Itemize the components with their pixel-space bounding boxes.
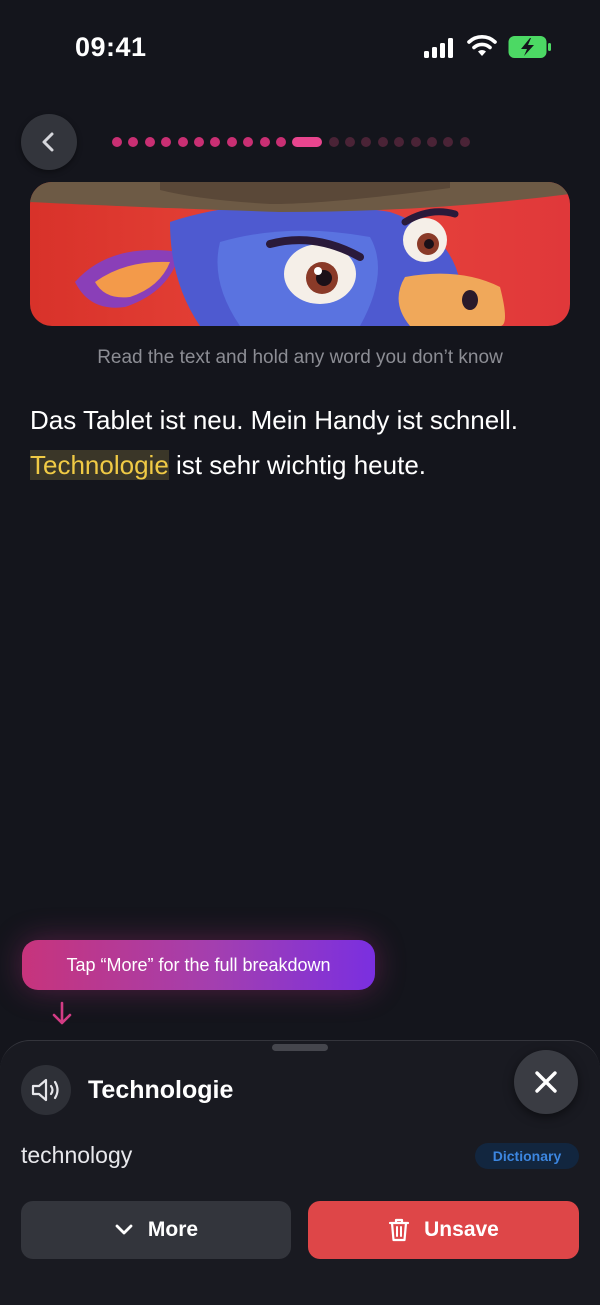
speaker-icon xyxy=(30,1077,62,1103)
arrow-down-icon xyxy=(50,1001,74,1027)
dictionary-badge: Dictionary xyxy=(475,1143,579,1169)
progress-step xyxy=(210,137,221,147)
signal-icon xyxy=(424,38,456,58)
chevron-down-icon xyxy=(114,1223,134,1237)
progress-step xyxy=(112,137,122,147)
progress-step xyxy=(144,137,155,147)
battery-charging-icon xyxy=(508,35,552,59)
unsave-button[interactable]: Unsave xyxy=(308,1201,579,1259)
close-icon xyxy=(533,1069,559,1095)
progress-step xyxy=(193,137,204,147)
hint-text: Tap “More” for the full breakdown xyxy=(66,954,331,975)
progress-step xyxy=(377,137,388,147)
instruction-text: Read the text and hold any word you don’… xyxy=(97,347,503,368)
more-button-label: More xyxy=(147,1218,199,1241)
donkey-illustration xyxy=(30,182,570,326)
progress-step xyxy=(459,137,470,147)
progress-step xyxy=(161,137,172,147)
word-title: Technologie xyxy=(88,1076,234,1104)
progress-step xyxy=(427,137,438,147)
passage-sentence-1[interactable]: Das Tablet ist neu. Mein Handy ist schne… xyxy=(30,405,518,435)
trash-icon xyxy=(388,1217,410,1243)
progress-step xyxy=(361,137,372,147)
progress-step xyxy=(345,137,356,147)
progress-step xyxy=(226,137,237,147)
progress-step xyxy=(259,137,270,147)
progress-step-current xyxy=(292,137,323,147)
progress-step xyxy=(243,137,254,147)
progress-step xyxy=(410,137,421,147)
status-bar: 09:41 xyxy=(0,0,600,96)
progress-step xyxy=(394,137,405,147)
status-time: 09:41 xyxy=(75,32,147,62)
more-button[interactable]: More xyxy=(21,1201,291,1259)
chevron-left-icon xyxy=(39,130,59,154)
progress-step xyxy=(128,137,139,147)
lesson-banner-image xyxy=(30,182,570,326)
unsave-button-label: Unsave xyxy=(424,1218,499,1241)
wifi-icon xyxy=(467,34,497,58)
lesson-progress xyxy=(112,137,470,147)
pronounce-button[interactable] xyxy=(21,1065,71,1115)
hint-tooltip: Tap “More” for the full breakdown xyxy=(22,940,375,990)
progress-step xyxy=(328,137,339,147)
progress-step xyxy=(275,137,286,147)
passage-sentence-2[interactable]: ist sehr wichtig heute. xyxy=(169,450,426,480)
highlighted-word[interactable]: Technologie xyxy=(30,450,169,480)
progress-step xyxy=(177,137,188,147)
sheet-drag-handle[interactable] xyxy=(272,1044,328,1051)
back-button[interactable] xyxy=(21,114,77,170)
translation-text: technology xyxy=(21,1142,133,1168)
reading-passage: Das Tablet ist neu. Mein Handy ist schne… xyxy=(30,398,580,488)
progress-step xyxy=(443,137,454,147)
close-button[interactable] xyxy=(514,1050,578,1114)
